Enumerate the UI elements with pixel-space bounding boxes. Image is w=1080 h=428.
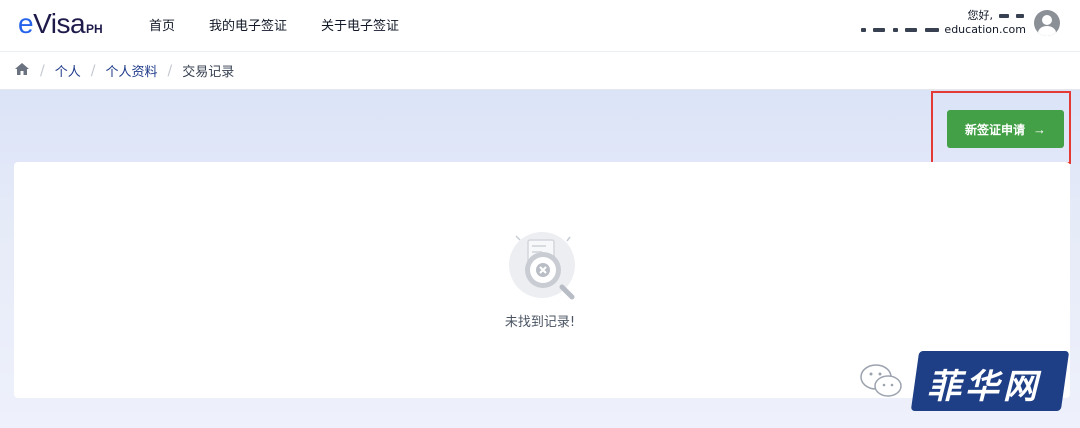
breadcrumb: / 个人 / 个人资料 / 交易记录 (0, 52, 1080, 90)
nav-item-about-evisa[interactable]: 关于电子签证 (321, 15, 399, 34)
evisa-logo[interactable]: eVisa PH (18, 8, 103, 42)
breadcrumb-separator: / (90, 62, 96, 79)
nav-item-my-evisa[interactable]: 我的电子签证 (209, 15, 287, 34)
user-email-line: education.com (859, 23, 1026, 37)
breadcrumb-profile[interactable]: 个人资料 (105, 61, 157, 80)
breadcrumb-personal[interactable]: 个人 (55, 61, 81, 80)
no-records-icon (506, 229, 578, 301)
empty-state-message: 未找到记录! (504, 315, 576, 330)
breadcrumb-separator: / (167, 62, 173, 79)
watermark-text: 菲华网 (927, 367, 1041, 407)
breadcrumb-separator: / (40, 62, 45, 79)
home-icon[interactable] (14, 62, 30, 80)
redacted-name (998, 14, 1009, 18)
arrow-right-icon: → (1033, 121, 1046, 137)
watermark: 菲华网 (857, 345, 1080, 415)
nav-item-home[interactable]: 首页 (149, 15, 175, 34)
user-greeting-line: 您好, (859, 9, 1026, 23)
main-nav: 首页 我的电子签证 关于电子签证 (149, 15, 399, 34)
user-info: 您好, education.com (859, 9, 1026, 37)
wechat-icon (860, 364, 902, 397)
breadcrumb-transactions: 交易记录 (182, 65, 235, 80)
avatar-icon[interactable] (1034, 10, 1060, 36)
top-navigation-bar: eVisa PH 首页 我的电子签证 关于电子签证 您好, education.… (0, 0, 1080, 52)
new-visa-application-button[interactable]: 新签证申请 → (947, 110, 1064, 148)
user-menu[interactable]: 您好, education.com (859, 9, 1060, 37)
redacted-email (860, 28, 866, 32)
